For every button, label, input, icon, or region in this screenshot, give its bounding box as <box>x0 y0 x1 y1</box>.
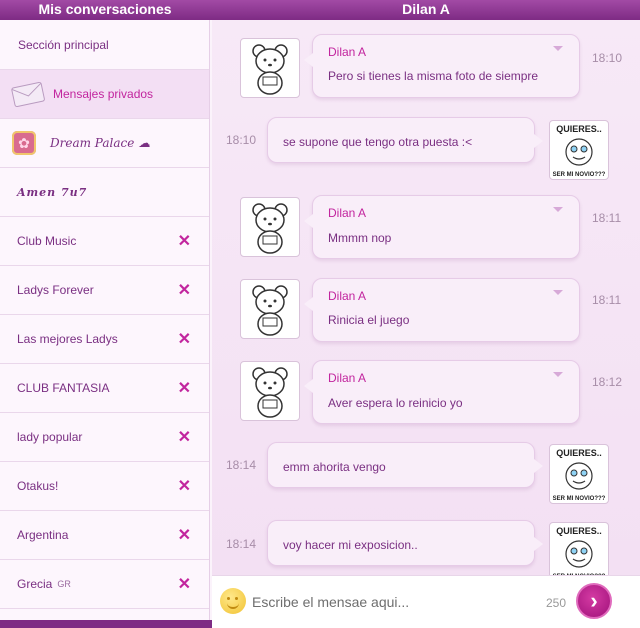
close-icon[interactable]: ✕ <box>178 280 191 300</box>
message-text: Pero si tienes la misma foto de siempre <box>328 69 539 83</box>
sidebar-item-label: Grecia <box>17 577 53 591</box>
sidebar-item-label: Ladys Forever <box>17 283 94 297</box>
sidebar-item-otakus[interactable]: Otakus! ✕ <box>0 462 209 511</box>
meme-face-icon: QUIERES.. SER MI NOVIO??? <box>553 526 606 575</box>
sidebar-item-grecia[interactable]: Grecia GR ✕ <box>0 560 209 609</box>
close-icon[interactable]: ✕ <box>178 525 191 545</box>
bear-icon <box>252 44 288 95</box>
message-time: 18:11 <box>592 293 622 307</box>
message-time: 18:10 <box>226 133 257 147</box>
sidebar-item-label: Club Music <box>17 234 77 248</box>
message-sender: Dilan A <box>328 45 367 59</box>
country-tag: GR <box>57 579 71 589</box>
meme-avatar[interactable]: QUIERES.. SER MI NOVIO??? <box>549 444 609 504</box>
message-bubble[interactable]: voy hacer mi exposicion.. <box>267 520 543 566</box>
character-counter: 250 <box>546 596 567 610</box>
message-bubble[interactable]: Dilan A Rinicia el juego <box>304 278 580 342</box>
sidebar-item-lady-popular[interactable]: lady popular ✕ <box>0 413 209 462</box>
message-time: 18:12 <box>592 375 623 389</box>
message-text: voy hacer mi exposicion.. <box>283 538 418 552</box>
bear-avatar[interactable] <box>240 279 300 339</box>
meme-face-icon: QUIERES.. SER MI NOVIO??? <box>553 124 606 178</box>
meme-bottom-text: SER MI NOVIO??? <box>553 172 606 178</box>
message-time: 18:14 <box>226 458 257 472</box>
message-time: 18:11 <box>592 211 622 225</box>
message-input[interactable] <box>252 588 542 616</box>
sidebar-item-label: CLUB FANTASIA <box>17 381 110 395</box>
chevron-down-icon[interactable] <box>553 372 563 377</box>
meme-avatar[interactable]: QUIERES.. SER MI NOVIO??? <box>549 120 609 180</box>
conversations-title: Mis conversaciones <box>38 1 172 17</box>
close-icon[interactable]: ✕ <box>178 231 191 251</box>
meme-avatar[interactable]: QUIERES.. SER MI NOVIO??? <box>549 522 609 575</box>
chevron-right-icon: › <box>590 588 598 613</box>
close-icon[interactable]: ✕ <box>178 574 191 594</box>
chat-partner-title: Dilan A <box>402 1 450 17</box>
close-icon[interactable]: ✕ <box>178 427 191 447</box>
close-icon[interactable]: ✕ <box>178 476 191 496</box>
emoji-icon[interactable] <box>220 588 246 614</box>
message-bubble[interactable]: Dilan A Aver espera lo reinicio yo <box>304 360 580 424</box>
message-bubble[interactable]: Dilan A Pero si tienes la misma foto de … <box>304 34 580 98</box>
sidebar-item-main-section[interactable]: Sección principal <box>0 20 209 70</box>
message-bubble[interactable]: Dilan A Mmmm nop <box>304 195 580 259</box>
close-icon[interactable]: ✕ <box>178 329 191 349</box>
sidebar-item-label: Amen 7u7 <box>17 185 88 199</box>
sidebar-item-dream-palace[interactable]: ✿ Dream Palace ☁ <box>0 119 209 168</box>
sidebar-item-ladys-forever[interactable]: Ladys Forever ✕ <box>0 266 209 315</box>
bear-avatar[interactable] <box>240 197 300 257</box>
message-text: Mmmm nop <box>328 231 392 245</box>
chevron-down-icon[interactable] <box>553 207 563 212</box>
sidebar-item-label: Argentina <box>17 528 69 542</box>
bear-icon <box>252 285 288 336</box>
meme-bottom-text: SER MI NOVIO??? <box>553 496 606 502</box>
sidebar-item-label: Otakus! <box>17 479 59 493</box>
bear-avatar[interactable] <box>240 38 300 98</box>
chat-area[interactable]: Dilan A Pero si tienes la misma foto de … <box>212 20 640 575</box>
top-bar: Mis conversaciones Dilan A <box>0 0 640 20</box>
message-text: emm ahorita vengo <box>283 460 386 474</box>
bear-icon <box>252 203 288 254</box>
sidebar-item-label: lady popular <box>17 430 83 444</box>
meme-face-icon: QUIERES.. SER MI NOVIO??? <box>553 448 606 502</box>
sidebar-item-argentina[interactable]: Argentina ✕ <box>0 511 209 560</box>
bear-avatar[interactable] <box>240 361 300 421</box>
sidebar-item-label: Las mejores Ladys <box>17 332 118 346</box>
message-text: Aver espera lo reinicio yo <box>328 396 463 410</box>
flower-icon: ✿ <box>12 131 36 155</box>
message-bubble[interactable]: emm ahorita vengo <box>267 442 543 488</box>
conversation-sidebar: Sección principal Mensajes privados ✿ Dr… <box>0 20 210 628</box>
message-sender: Dilan A <box>328 371 367 385</box>
message-sender: Dilan A <box>328 289 367 303</box>
close-icon[interactable]: ✕ <box>178 378 191 398</box>
send-button[interactable]: › <box>576 583 612 619</box>
sidebar-item-amen[interactable]: Amen 7u7 <box>0 168 209 217</box>
chevron-down-icon[interactable] <box>553 46 563 51</box>
message-time: 18:10 <box>592 51 623 65</box>
sidebar-item-club-music[interactable]: Club Music ✕ <box>0 217 209 266</box>
sidebar-item-label: Sección principal <box>18 37 109 52</box>
message-sender: Dilan A <box>328 206 367 220</box>
message-composer: 250 › <box>212 575 640 628</box>
bear-icon <box>252 367 288 418</box>
sidebar-item-label: Mensajes privados <box>53 87 154 101</box>
sidebar-item-club-fantasia[interactable]: CLUB FANTASIA ✕ <box>0 364 209 413</box>
meme-top-text: QUIERES.. <box>556 526 602 536</box>
message-bubble[interactable]: se supone que tengo otra puesta :< <box>267 117 543 163</box>
sidebar-item-private-messages[interactable]: Mensajes privados <box>0 70 209 119</box>
sidebar-item-las-mejores-ladys[interactable]: Las mejores Ladys ✕ <box>0 315 209 364</box>
envelope-icon <box>11 81 45 108</box>
message-text: se supone que tengo otra puesta :< <box>283 135 473 149</box>
message-time: 18:14 <box>226 537 257 551</box>
chevron-down-icon[interactable] <box>553 290 563 295</box>
message-text: Rinicia el juego <box>328 313 410 327</box>
meme-top-text: QUIERES.. <box>556 124 602 134</box>
meme-top-text: QUIERES.. <box>556 448 602 458</box>
sidebar-item-label: Dream Palace ☁ <box>50 136 151 150</box>
bottom-strip <box>0 620 212 628</box>
